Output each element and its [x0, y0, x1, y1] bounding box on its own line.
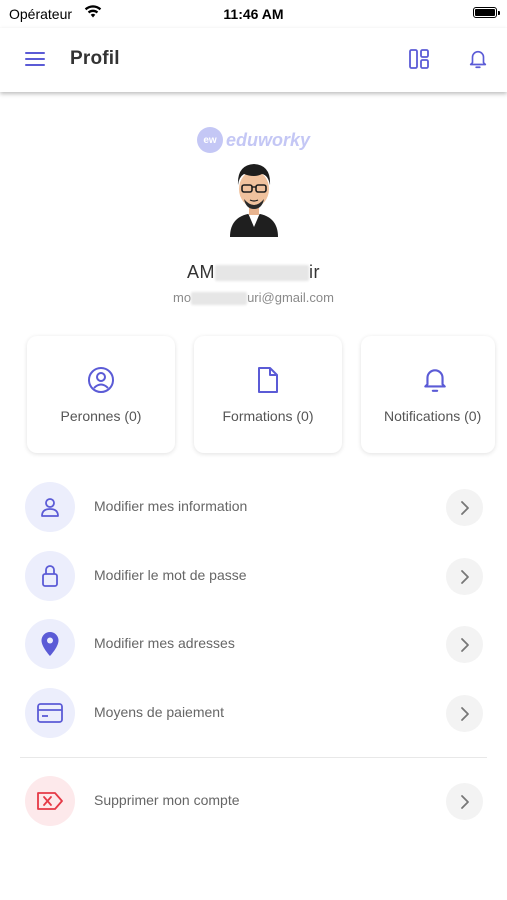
stat-card-notifications[interactable]: Notifications (0) — [361, 336, 495, 453]
chevron-right-icon[interactable] — [446, 626, 483, 663]
app-header: Profil — [0, 28, 507, 92]
chevron-right-icon[interactable] — [446, 489, 483, 526]
lock-icon — [25, 551, 75, 601]
chevron-right-icon[interactable] — [446, 695, 483, 732]
delete-tag-icon — [25, 776, 75, 826]
profile-name-start: AM — [187, 262, 215, 282]
bell-icon — [361, 366, 495, 394]
profile-name-end: ir — [309, 262, 320, 282]
hamburger-menu-icon[interactable] — [24, 51, 46, 72]
menu-item-edit-information[interactable]: Modifier mes information — [25, 482, 483, 532]
clock: 11:46 AM — [223, 6, 284, 22]
menu-item-payment-methods[interactable]: Moyens de paiement — [25, 688, 483, 738]
location-pin-icon — [25, 619, 75, 669]
profile-email-end: uri@gmail.com — [247, 290, 334, 305]
status-bar: Opérateur 11:46 AM — [0, 0, 507, 28]
menu-item-label: Moyens de paiement — [94, 704, 224, 720]
credit-card-icon — [25, 688, 75, 738]
battery-icon — [473, 7, 500, 18]
stat-label: Notifications (0) — [384, 408, 482, 424]
profile-email: mo uri@gmail.com — [0, 290, 507, 306]
profile-name: AM ir — [0, 262, 507, 283]
divider — [20, 757, 487, 758]
document-icon — [194, 366, 342, 394]
menu-item-label: Supprimer mon compte — [94, 792, 240, 808]
menu-item-change-password[interactable]: Modifier le mot de passe — [25, 551, 483, 601]
profile-email-start: mo — [173, 290, 192, 305]
stat-card-personnes[interactable]: Peronnes (0) — [27, 336, 175, 453]
menu-item-label: Modifier le mot de passe — [94, 567, 247, 583]
notification-bell-icon[interactable] — [467, 48, 489, 75]
logo-mark: ew — [196, 127, 223, 153]
menu-item-edit-addresses[interactable]: Modifier mes adresses — [25, 619, 483, 669]
layout-icon[interactable] — [408, 48, 430, 75]
menu-item-delete-account[interactable]: Supprimer mon compte — [25, 776, 483, 826]
avatar[interactable] — [224, 155, 284, 242]
menu-item-label: Modifier mes information — [94, 498, 248, 514]
redacted-text — [215, 265, 309, 282]
stat-label: Peronnes (0) — [60, 408, 142, 424]
stat-label: Formations (0) — [222, 408, 314, 424]
stat-card-formations[interactable]: Formations (0) — [194, 336, 342, 453]
chevron-right-icon[interactable] — [446, 558, 483, 595]
page-title: Profil — [70, 48, 120, 69]
brand-logo: ew eduworky — [0, 127, 507, 153]
redacted-text — [191, 292, 248, 306]
menu-item-label: Modifier mes adresses — [94, 635, 235, 651]
user-icon — [25, 482, 75, 532]
logo-word: eduworky — [225, 129, 311, 150]
chevron-right-icon[interactable] — [446, 783, 483, 820]
user-circle-icon — [27, 366, 175, 394]
